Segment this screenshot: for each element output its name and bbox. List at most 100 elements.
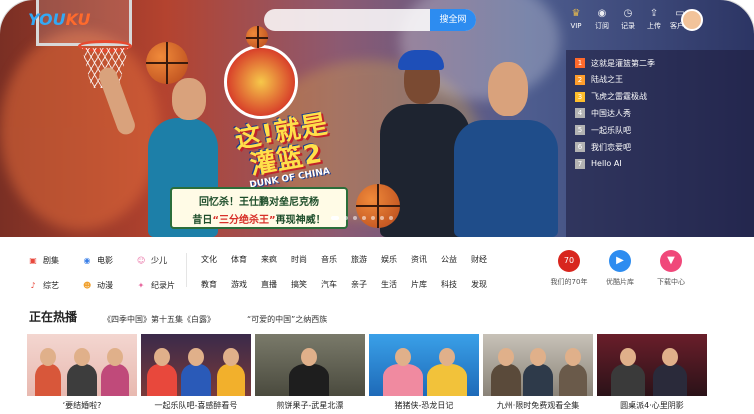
rank-badge: 7 [575,158,585,169]
channel-link[interactable]: ◉ 电影 [83,253,137,267]
search-input[interactable] [264,10,424,31]
quick-link-label: 下载中心 [657,278,685,286]
thumbnail-figure-head [40,348,56,366]
channel-label: 动漫 [97,280,113,290]
video-thumbnail[interactable] [27,334,137,396]
carousel-indicators[interactable] [331,216,393,220]
video-thumbnail[interactable] [597,334,707,396]
history-icon: ◷ [623,8,633,19]
video-title[interactable]: 九州·限时免费观看全集 [483,400,593,411]
video-card[interactable]: 圆桌派4·心里阴影 [597,334,707,411]
search-bar[interactable]: 搜全网 [264,9,476,31]
hot-list-title: Hello AI [591,159,622,169]
thumbnail-figure [427,364,467,396]
channel-link[interactable]: 亲子 [351,278,381,292]
hot-list-item[interactable]: 3 飞虎之雷霆极战 [575,89,754,105]
carousel-dot[interactable] [389,216,393,220]
video-title[interactable]: 猪猪侠-恐龙日记 [369,400,479,411]
thumbnail-figure-head [74,348,90,366]
hero-banner[interactable]: 这!就是灌篮2 DUNK OF CHINA 回忆杀！王仕鹏对垒尼克杨 昔日“三分… [0,0,754,237]
channel-link[interactable]: 旅游 [351,253,381,267]
header-tool[interactable]: ◷ 记录 [618,7,638,31]
search-all-button[interactable]: 搜全网 [430,9,476,31]
avatar[interactable] [681,9,703,31]
promo-line-1: 回忆杀！王仕鹏对垒尼克杨 [199,197,319,208]
thumbnail-figure-head [188,348,204,366]
video-card[interactable]: 猪猪侠-恐龙日记 [369,334,479,411]
youku-logo[interactable]: YOUKU [28,10,90,29]
channel-label: 剧集 [43,255,59,265]
channel-link[interactable]: 搞笑 [291,278,321,292]
quick-link[interactable]: ▶ 优酷片库 [592,250,648,287]
hot-list-item[interactable]: 7 Hello AI [575,156,754,172]
section-tab-1[interactable]: 《四季中国》第十五集《白露》 [103,314,215,325]
hot-list-item[interactable]: 2 陆战之王 [575,72,754,88]
hot-list-item[interactable]: 6 我们恋爱吧 [575,139,754,155]
video-thumbnail[interactable] [483,334,593,396]
channel-link[interactable]: 来疯 [261,253,291,267]
channel-link[interactable]: ☺ 少儿 [137,253,191,267]
channel-link[interactable]: 资讯 [411,253,441,267]
video-card[interactable]: 一起乐队吧-喜感醉看号 [141,334,251,411]
quick-link[interactable]: ▼ 下载中心 [643,250,699,287]
thumbnail-figure-head [439,348,455,366]
channel-link[interactable]: 科技 [441,278,471,292]
promo-line-2: 昔日“三分绝杀王”再现神威！ [192,215,326,226]
channel-link[interactable]: 音乐 [321,253,351,267]
quick-link[interactable]: 70 我们的70年 [541,250,597,287]
carousel-dot[interactable] [371,216,375,220]
video-card[interactable]: 煎饼果子-武星北漂 [255,334,365,411]
header-tool[interactable]: ⇪ 上传 [644,7,664,31]
guest-badge [224,45,298,119]
channel-link[interactable]: 发现 [471,278,501,292]
header-tool-label: 记录 [621,22,635,30]
video-title[interactable]: ‘要结婚啦? [27,400,137,411]
variety-icon: ♪ [30,280,36,290]
channel-link[interactable]: 直播 [261,278,291,292]
carousel-dot[interactable] [331,216,339,220]
video-thumbnail[interactable] [369,334,479,396]
section-tab-2[interactable]: “可爱的中国”之纳西族 [247,314,327,325]
channel-link[interactable]: 片库 [411,278,441,292]
header-tool[interactable]: ◉ 订阅 [592,7,612,31]
page-frame: 这!就是灌篮2 DUNK OF CHINA 回忆杀！王仕鹏对垒尼克杨 昔日“三分… [0,0,754,414]
video-title[interactable]: 煎饼果子-武星北漂 [255,400,365,411]
channel-link[interactable]: ☻ 动漫 [83,278,137,292]
channel-link[interactable]: 体育 [231,253,261,267]
carousel-dot[interactable] [353,216,357,220]
hot-list-item[interactable]: 5 一起乐队吧 [575,122,754,138]
video-thumbnail[interactable] [255,334,365,396]
channel-link[interactable]: 公益 [441,253,471,267]
video-title[interactable]: 一起乐队吧-喜感醉看号 [141,400,251,411]
header-tool[interactable]: ♛ VIP [566,7,586,31]
drama-icon: ▣ [29,255,37,265]
basketball [356,184,400,228]
thumbnail-figure-head [107,348,123,366]
carousel-dot[interactable] [344,216,348,220]
carousel-dot[interactable] [380,216,384,220]
movie-icon: ◉ [83,255,91,265]
thumbnail-figure [181,364,211,396]
channel-link[interactable]: ✦ 纪录片 [137,278,191,292]
film-library-icon: ▶ [609,250,631,272]
video-card[interactable]: ‘要结婚啦? [27,334,137,411]
carousel-dot[interactable] [362,216,366,220]
video-card[interactable]: 九州·限时免费观看全集 [483,334,593,411]
video-title[interactable]: 圆桌派4·心里阴影 [597,400,707,411]
channel-link[interactable]: 汽车 [321,278,351,292]
vip-icon: ♛ [571,8,581,19]
channel-link[interactable]: 时尚 [291,253,321,267]
rank-badge: 4 [575,108,585,119]
channel-link[interactable]: ▣ 剧集 [29,253,83,267]
channel-link[interactable]: 教育 [201,278,231,292]
channel-link[interactable]: 娱乐 [381,253,411,267]
channel-link[interactable]: ♪ 综艺 [29,278,83,292]
video-thumbnail[interactable] [141,334,251,396]
hot-list-title: 中国达人秀 [591,108,631,118]
channel-link[interactable]: 文化 [201,253,231,267]
hot-list-item[interactable]: 4 中国达人秀 [575,106,754,122]
hot-list-item[interactable]: 1 这就是灌篮第二季 [575,55,754,71]
channel-link[interactable]: 财经 [471,253,501,267]
channel-link[interactable]: 游戏 [231,278,261,292]
channel-link[interactable]: 生活 [381,278,411,292]
